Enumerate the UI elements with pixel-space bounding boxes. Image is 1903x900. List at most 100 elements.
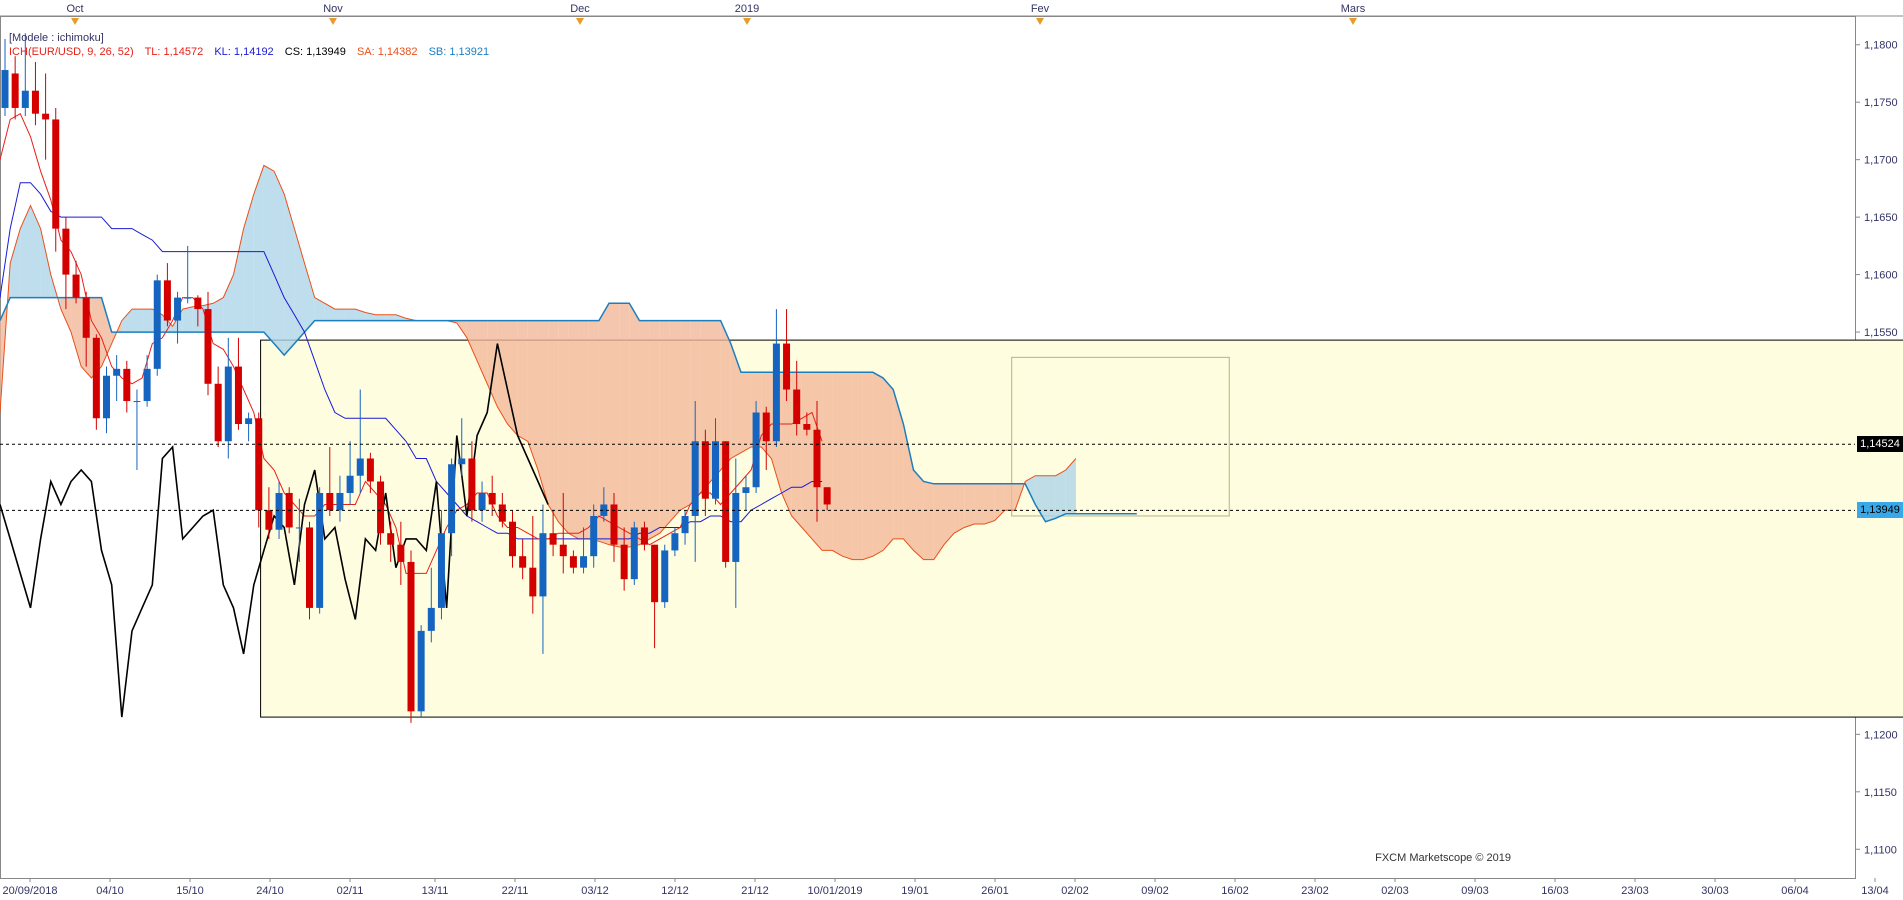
chart-title: [Modele : ichimoku] xyxy=(9,32,104,44)
candle-body xyxy=(356,458,364,476)
candle-body xyxy=(752,412,760,488)
candle-body xyxy=(275,492,283,530)
candle-body xyxy=(772,343,780,442)
candle-body xyxy=(468,458,476,511)
candle-body xyxy=(762,412,770,442)
candle-body xyxy=(793,389,801,425)
candle-body xyxy=(234,366,242,425)
x-tick-label: 26/01 xyxy=(981,885,1009,897)
cloud-segment xyxy=(10,228,21,298)
cloud-segment xyxy=(314,297,325,321)
cloud-segment xyxy=(649,320,660,539)
candle-body xyxy=(681,515,689,534)
cloud-segment xyxy=(71,297,82,367)
candle-body xyxy=(31,90,39,114)
legend-cs: CS: 1,13949 xyxy=(284,46,346,58)
cloud-segment xyxy=(578,320,589,539)
cloud-segment xyxy=(862,372,873,560)
candle-body xyxy=(184,297,192,299)
candle-body xyxy=(42,113,50,120)
candle-body xyxy=(458,458,466,465)
cloud-segment xyxy=(923,481,934,560)
cloud-segment xyxy=(30,205,41,298)
y-tick-label: 1,1700 xyxy=(1864,155,1898,167)
month-marker-label: Dec xyxy=(570,3,590,15)
cloud-segment xyxy=(964,483,975,528)
cloud-segment xyxy=(568,320,579,539)
cloud-segment xyxy=(243,194,254,333)
x-tick-label: 21/12 xyxy=(741,885,769,897)
x-tick-label: 06/04 xyxy=(1781,885,1809,897)
x-tick-label: 16/02 xyxy=(1221,885,1249,897)
candle-body xyxy=(803,424,811,430)
candle-body xyxy=(82,297,90,338)
cloud-segment xyxy=(517,320,528,442)
cloud-segment xyxy=(131,309,143,333)
candle-body xyxy=(478,492,486,511)
candle-body xyxy=(569,556,577,568)
y-tick-label: 1,1600 xyxy=(1864,270,1898,282)
candle-body xyxy=(691,441,699,516)
candle-body xyxy=(52,119,60,229)
cloud-segment xyxy=(954,483,965,534)
candle-body xyxy=(21,90,29,108)
cloud-segment xyxy=(801,372,812,539)
candle-body xyxy=(539,533,547,597)
candle-body xyxy=(62,228,70,275)
candle-body xyxy=(580,556,588,568)
candle-body xyxy=(143,368,151,402)
chart-legend: [Modele : ichimoku] ICH(EUR/USD, 9, 26, … xyxy=(9,31,497,59)
cloud-segment xyxy=(740,372,752,453)
candle-body xyxy=(813,429,821,488)
candle-body xyxy=(163,280,171,321)
x-tick-label: 23/03 xyxy=(1621,885,1649,897)
cloud-segment xyxy=(669,320,681,522)
y-tick-label: 1,1150 xyxy=(1864,787,1897,799)
candle-body xyxy=(742,487,750,493)
candle-body xyxy=(448,464,456,534)
cloud-segment xyxy=(182,306,193,333)
candle-body xyxy=(224,366,232,442)
candle-body xyxy=(417,630,425,712)
x-tick-label: 02/11 xyxy=(337,885,364,897)
candle-body xyxy=(509,521,516,557)
cloud-segment xyxy=(842,372,853,560)
candle-body xyxy=(651,544,659,603)
x-tick-label: 09/03 xyxy=(1461,885,1489,897)
cloud-segment xyxy=(832,372,843,557)
candle-body xyxy=(123,368,131,402)
cloud-segment xyxy=(345,309,356,321)
cloud-segment xyxy=(984,483,995,525)
y-tick-label: 1,1550 xyxy=(1864,327,1898,339)
legend-indicator: ICH(EUR/USD, 9, 26, 52) xyxy=(9,46,134,58)
candle-body xyxy=(346,475,354,493)
cloud-segment xyxy=(142,309,153,333)
candle-body xyxy=(783,343,791,390)
copyright-text: FXCM Marketscope © 2019 xyxy=(1375,852,1511,864)
x-tick-label: 24/10 xyxy=(256,885,284,897)
candle-body xyxy=(387,533,395,545)
candle-body xyxy=(397,544,405,562)
candle-body xyxy=(174,297,182,321)
month-marker-icon xyxy=(743,18,751,25)
candle-body xyxy=(11,73,19,108)
candle-body xyxy=(519,556,527,568)
candle-body xyxy=(671,533,679,551)
x-tick-label: 03/12 xyxy=(581,885,609,897)
x-tick-label: 20/09/2018 xyxy=(2,885,57,897)
month-marker-icon xyxy=(1349,18,1357,25)
cloud-segment xyxy=(375,314,386,321)
candle-body xyxy=(722,441,730,562)
month-marker-icon xyxy=(329,18,337,25)
candle-body xyxy=(437,533,445,608)
x-tick-label: 23/02 xyxy=(1301,885,1329,897)
month-marker-label: Oct xyxy=(66,3,83,15)
x-tick-label: 10/01/2019 xyxy=(807,885,862,897)
cloud-segment xyxy=(507,320,518,436)
last-price-label: 1,14524 xyxy=(1857,436,1903,453)
x-tick-label: 02/03 xyxy=(1381,885,1409,897)
candle-body xyxy=(701,441,709,499)
candle-body xyxy=(214,383,222,442)
y-tick-label: 1,1200 xyxy=(1864,729,1898,741)
cloud-segment xyxy=(883,378,894,551)
